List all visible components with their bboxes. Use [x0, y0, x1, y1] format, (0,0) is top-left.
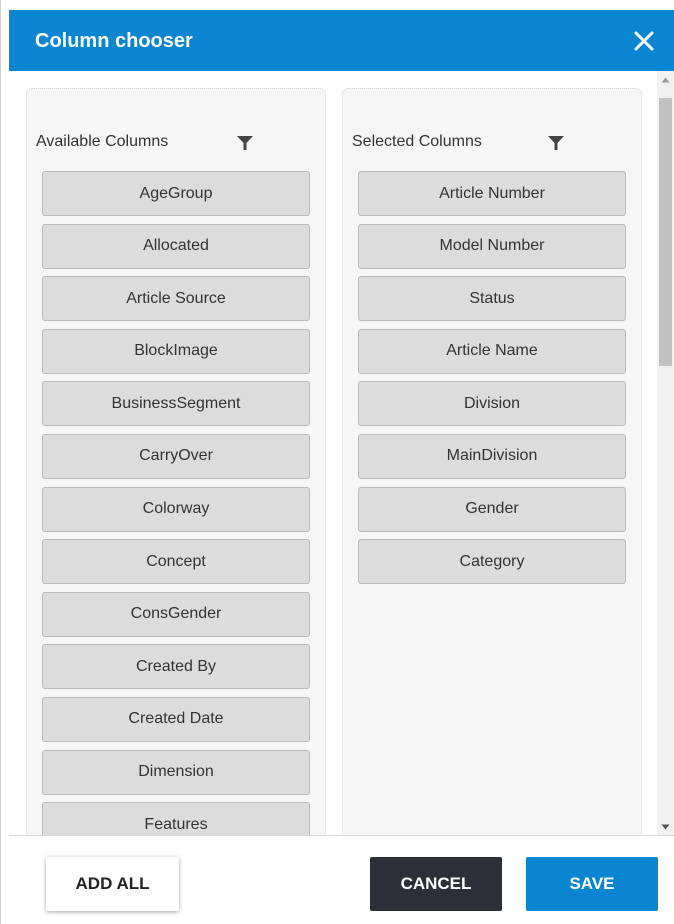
selected-columns-title: Selected Columns [352, 133, 482, 150]
column-chip[interactable]: ConsGender [42, 591, 310, 637]
column-chip[interactable]: BlockImage [42, 328, 310, 374]
column-chip[interactable]: Allocated [42, 223, 310, 269]
column-chip[interactable]: Created Date [42, 696, 310, 742]
column-chip[interactable]: Created By [42, 644, 310, 690]
column-chip[interactable]: Article Number [358, 171, 626, 216]
column-chip[interactable]: Colorway [42, 486, 310, 532]
available-columns-title: Available Columns [36, 133, 169, 150]
column-chip[interactable]: Article Source [42, 276, 310, 322]
column-chooser-dialog: Column chooser Available Columns AgeGrou… [0, 0, 674, 924]
cancel-button[interactable]: CANCEL [370, 857, 502, 911]
column-chip[interactable]: CarryOver [42, 433, 310, 479]
scroll-thumb[interactable] [659, 98, 672, 366]
available-columns-list: AgeGroup Allocated Article Source BlockImag… [42, 171, 310, 835]
scroll-down-arrow[interactable] [657, 818, 674, 835]
close-icon [634, 31, 654, 51]
available-columns-header: Available Columns [36, 130, 168, 154]
vertical-scrollbar[interactable] [657, 71, 674, 835]
column-chip[interactable]: Status [358, 276, 626, 322]
column-chip[interactable]: Category [358, 539, 626, 585]
filter-icon[interactable] [235, 133, 255, 153]
column-chip[interactable]: Features [42, 802, 310, 835]
column-chip[interactable]: Dimension [42, 749, 310, 795]
column-chip[interactable]: Concept [42, 539, 310, 585]
filter-icon[interactable] [546, 133, 566, 153]
dialog-body[interactable]: Available Columns AgeGroup Allocated Artic… [9, 71, 674, 835]
dialog-title: Column chooser [35, 30, 193, 52]
selected-columns-header: Selected Columns [352, 130, 482, 154]
column-chip[interactable]: Model Number [358, 223, 626, 269]
column-chip[interactable]: MainDivision [358, 433, 626, 479]
column-chip[interactable]: AgeGroup [42, 171, 310, 216]
column-chip[interactable]: Article Name [358, 328, 626, 374]
available-columns-panel[interactable]: Available Columns AgeGroup Allocated Artic… [26, 88, 326, 835]
column-chip[interactable]: BusinessSegment [42, 381, 310, 427]
column-chip[interactable]: Division [358, 381, 626, 427]
save-button[interactable]: SAVE [526, 857, 658, 911]
selected-columns-list: Article Number Model Number Status Article … [358, 171, 626, 592]
column-chip[interactable]: Gender [358, 486, 626, 532]
dialog-footer: ADD ALL CANCEL SAVE [9, 835, 674, 924]
scroll-up-arrow[interactable] [657, 71, 674, 88]
selected-columns-panel[interactable]: Selected Columns Article Number Model Num… [342, 88, 642, 835]
dialog-header: Column chooser [9, 10, 674, 71]
close-button[interactable] [631, 28, 657, 54]
add-all-button[interactable]: ADD ALL [46, 857, 179, 911]
